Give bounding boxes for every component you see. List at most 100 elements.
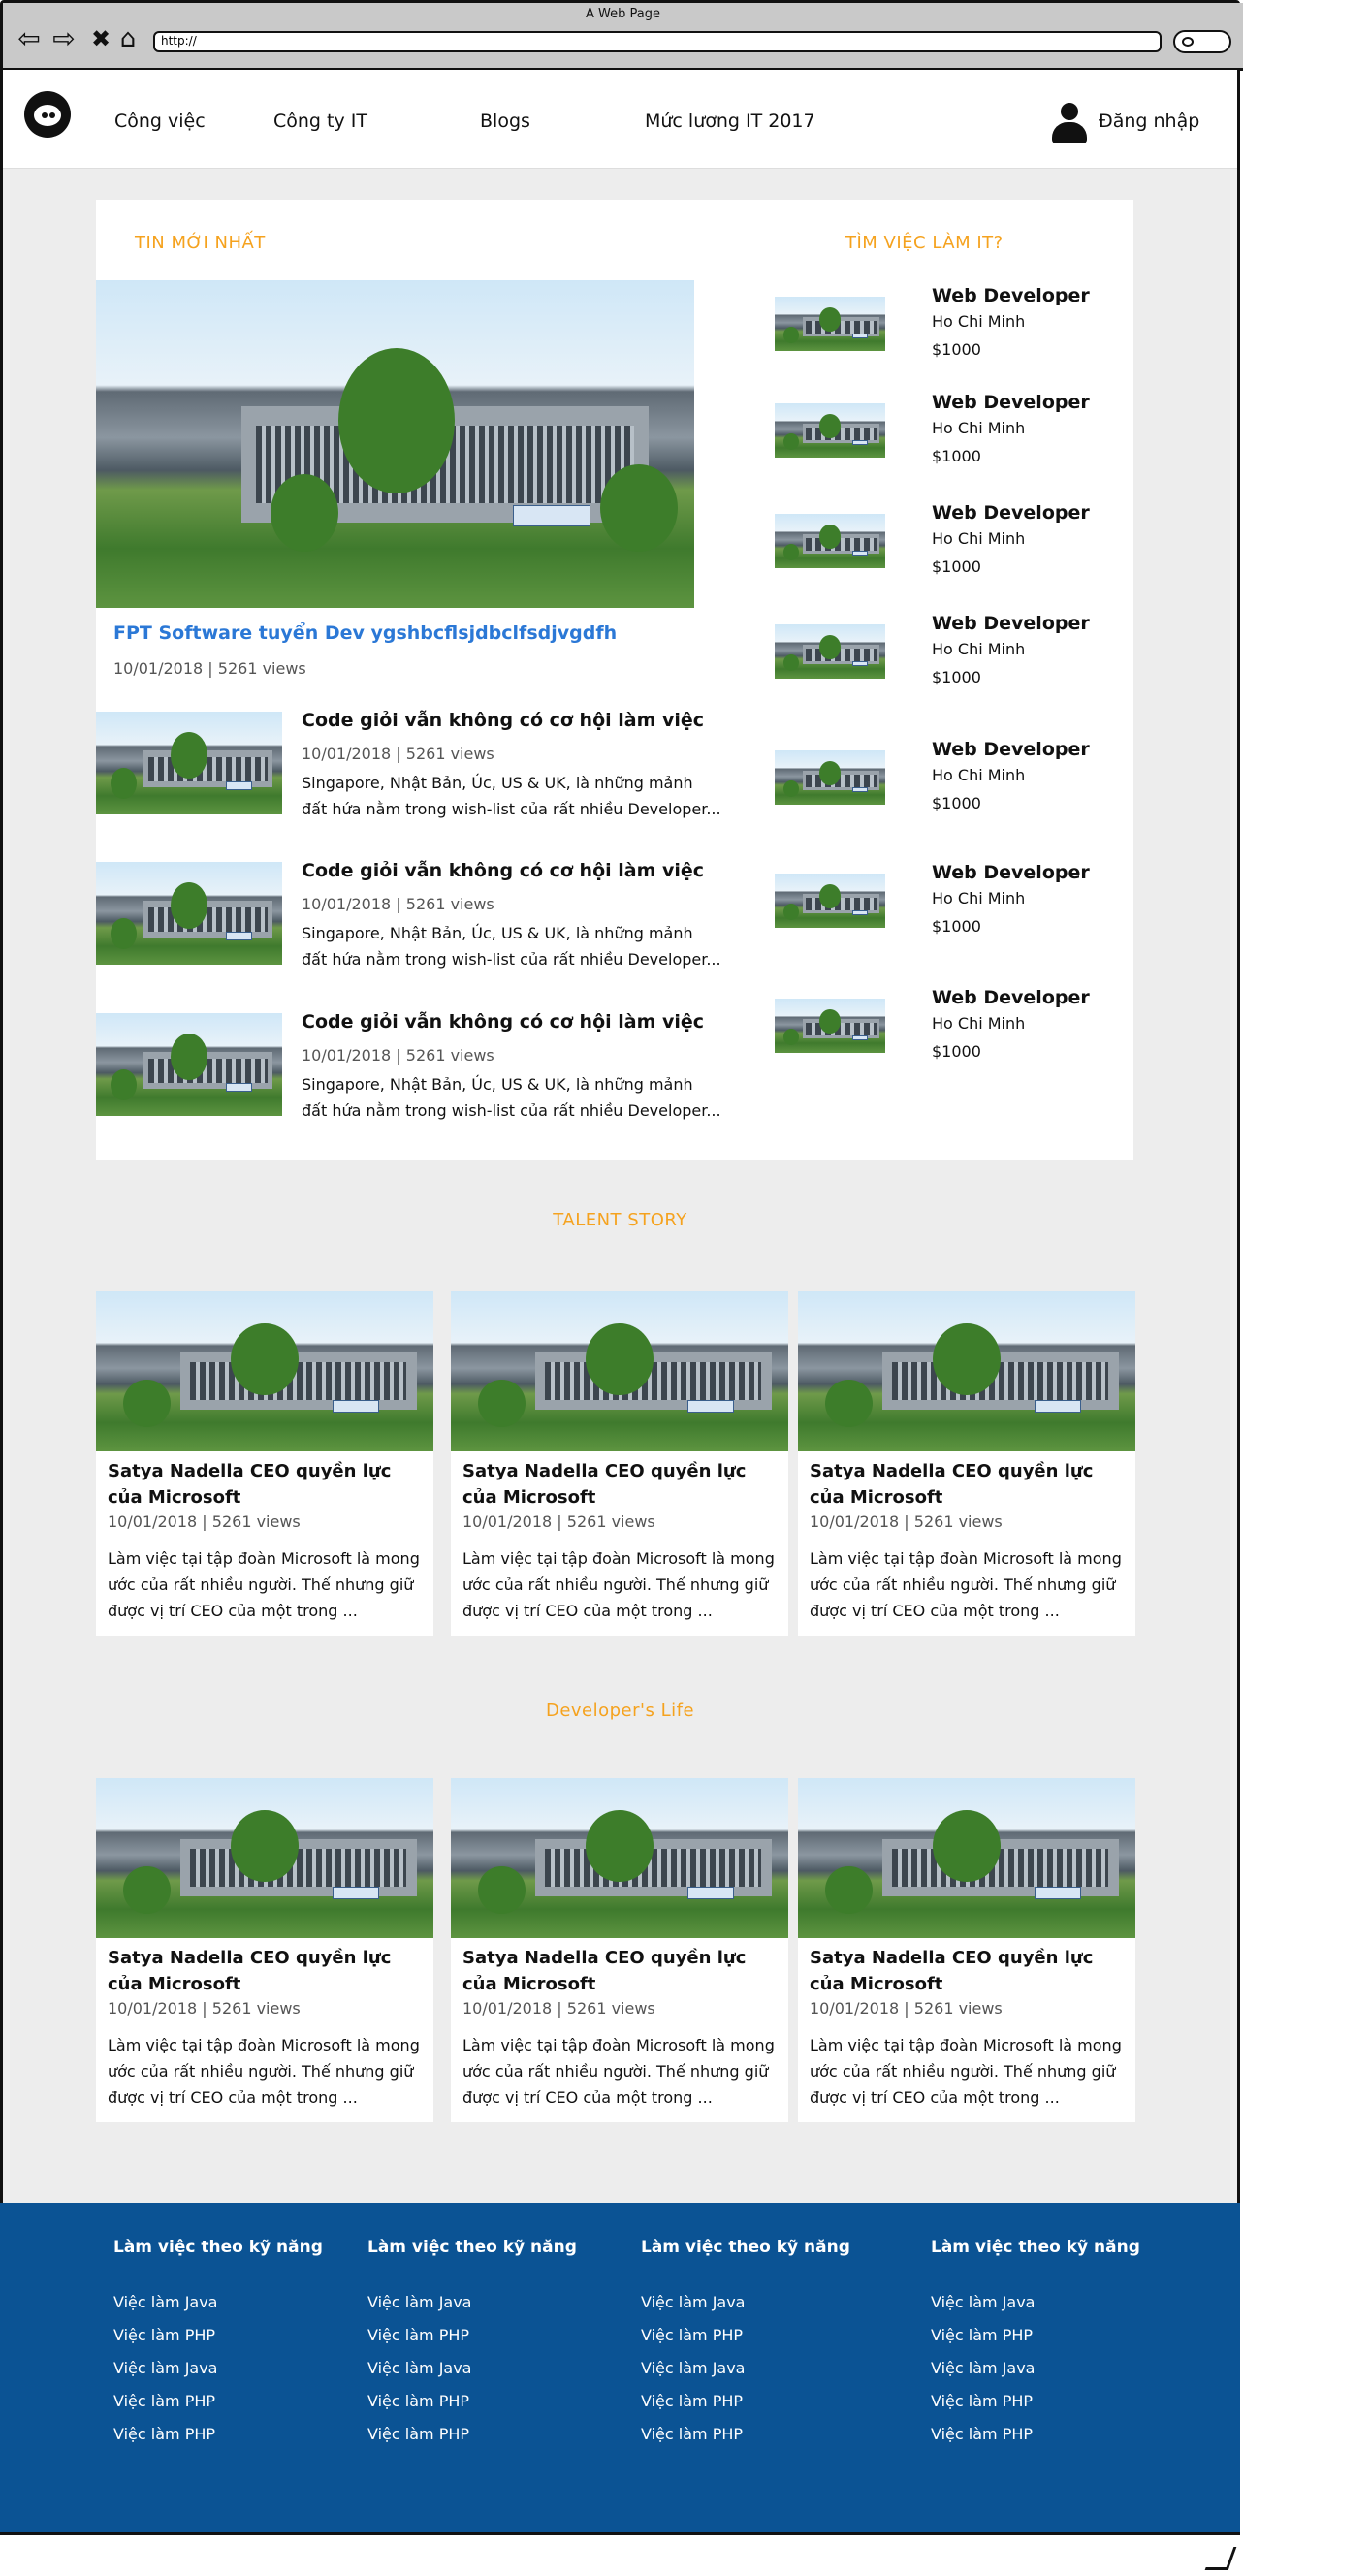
article-thumbnail[interactable]: [96, 712, 282, 814]
photo-bus: [226, 932, 253, 940]
footer-link[interactable]: Việc làm Java: [641, 2352, 850, 2385]
job-thumbnail[interactable]: [775, 750, 885, 805]
photo-tree: [111, 768, 138, 800]
article-title[interactable]: Code giỏi vẫn không có cơ hội làm việc n…: [302, 860, 709, 881]
photo-tree: [824, 1379, 873, 1428]
footer-link[interactable]: Việc làm Java: [641, 2286, 850, 2319]
photo-tree: [338, 348, 455, 493]
story-title[interactable]: Satya Nadella CEO quyền lực của Microsof…: [462, 1458, 782, 1511]
footer-link[interactable]: Việc làm Java: [367, 2286, 577, 2319]
home-icon[interactable]: ⌂: [113, 24, 143, 53]
main-content: TIN MỚI NHẤT TÌM VIỆC LÀM IT? FPT Softwa…: [3, 169, 1237, 2203]
story-image[interactable]: [798, 1778, 1135, 1938]
footer-link[interactable]: Việc làm Java: [113, 2352, 323, 2385]
job-title[interactable]: Web Developer: [932, 987, 1090, 1008]
story-desc: Làm việc tại tập đoàn Microsoft là mong …: [462, 2036, 775, 2107]
browser-search[interactable]: [1173, 30, 1231, 53]
footer-link[interactable]: Việc làm PHP: [113, 2319, 323, 2352]
nav-jobs[interactable]: Công việc: [114, 111, 206, 132]
photo-windows: [805, 648, 877, 662]
featured-title[interactable]: FPT Software tuyển Dev ygshbcflsjdbclfsd…: [113, 622, 617, 644]
story-image[interactable]: [451, 1778, 788, 1938]
job-title[interactable]: Web Developer: [932, 392, 1090, 413]
story-title[interactable]: Satya Nadella CEO quyền lực của Microsof…: [810, 1945, 1130, 1997]
job-thumbnail[interactable]: [775, 297, 885, 351]
footer-link[interactable]: Việc làm PHP: [367, 2385, 577, 2418]
nav-companies[interactable]: Công ty IT: [273, 111, 367, 132]
photo-windows: [147, 756, 268, 782]
photo-tree: [783, 543, 800, 560]
job-thumbnail[interactable]: [775, 403, 885, 458]
close-icon[interactable]: ✖: [86, 24, 115, 53]
job-thumbnail[interactable]: [775, 514, 885, 568]
article-thumbnail[interactable]: [96, 1013, 282, 1116]
photo-tree: [783, 1028, 800, 1045]
photo-tree: [600, 464, 678, 552]
site-footer: Làm việc theo kỹ năng Việc làm Java Việc l…: [0, 2203, 1240, 2532]
footer-link[interactable]: Việc làm PHP: [113, 2418, 323, 2451]
nav-salary[interactable]: Mức lương IT 2017: [645, 111, 815, 132]
footer-link[interactable]: Việc làm Java: [931, 2286, 1140, 2319]
job-thumbnail[interactable]: [775, 624, 885, 679]
footer-link[interactable]: Việc làm Java: [931, 2352, 1140, 2385]
footer-link[interactable]: Việc làm PHP: [641, 2418, 850, 2451]
article-desc-line-2: đất hứa nằm trong wish-list của rất nhiề…: [302, 950, 721, 969]
story-title[interactable]: Satya Nadella CEO quyền lực của Microsof…: [810, 1458, 1130, 1511]
job-title[interactable]: Web Developer: [932, 613, 1090, 634]
story-card[interactable]: Satya Nadella CEO quyền lực của Microsof…: [798, 1291, 1135, 1636]
resize-handle-icon[interactable]: [1204, 2547, 1237, 2570]
story-desc: Làm việc tại tập đoàn Microsoft là mong …: [810, 1549, 1122, 1620]
story-image[interactable]: [798, 1291, 1135, 1451]
job-thumbnail[interactable]: [775, 874, 885, 928]
story-card[interactable]: Satya Nadella CEO quyền lực của Microsof…: [96, 1778, 433, 2122]
job-thumbnail[interactable]: [775, 999, 885, 1053]
footer-link[interactable]: Việc làm PHP: [113, 2385, 323, 2418]
photo-windows: [805, 897, 877, 911]
latest-news-title: TIN MỚI NHẤT: [135, 233, 266, 253]
footer-link[interactable]: Việc làm PHP: [931, 2385, 1140, 2418]
job-location: Ho Chi Minh: [932, 529, 1026, 548]
story-image[interactable]: [96, 1778, 433, 1938]
article-meta: 10/01/2018 | 5261 views: [302, 1046, 494, 1065]
photo-windows: [190, 1361, 407, 1401]
footer-link[interactable]: Việc làm PHP: [641, 2385, 850, 2418]
featured-image[interactable]: [96, 280, 694, 608]
photo-windows: [147, 906, 268, 933]
story-image[interactable]: [96, 1291, 433, 1451]
nav-blogs[interactable]: Blogs: [480, 111, 530, 132]
story-title[interactable]: Satya Nadella CEO quyền lực của Microsof…: [108, 1458, 428, 1511]
footer-link[interactable]: Việc làm PHP: [641, 2319, 850, 2352]
story-card[interactable]: Satya Nadella CEO quyền lực của Microsof…: [451, 1778, 788, 2122]
job-location: Ho Chi Minh: [932, 1014, 1026, 1033]
article-title[interactable]: Code giỏi vẫn không có cơ hội làm việc n…: [302, 710, 709, 731]
footer-link[interactable]: Việc làm PHP: [367, 2418, 577, 2451]
forward-icon[interactable]: ⇨: [49, 24, 79, 53]
job-title[interactable]: Web Developer: [932, 862, 1090, 883]
story-title[interactable]: Satya Nadella CEO quyền lực của Microsof…: [462, 1945, 782, 1997]
footer-link[interactable]: Việc làm PHP: [367, 2319, 577, 2352]
job-title[interactable]: Web Developer: [932, 502, 1090, 524]
footer-link[interactable]: Việc làm PHP: [931, 2418, 1140, 2451]
user-icon[interactable]: [1052, 103, 1087, 145]
photo-tree: [170, 1034, 208, 1080]
story-card[interactable]: Satya Nadella CEO quyền lực của Microsof…: [96, 1291, 433, 1636]
job-title[interactable]: Web Developer: [932, 739, 1090, 760]
footer-link[interactable]: Việc làm Java: [113, 2286, 323, 2319]
footer-link[interactable]: Việc làm Java: [367, 2352, 577, 2385]
site-logo[interactable]: [24, 91, 71, 138]
article-title[interactable]: Code giỏi vẫn không có cơ hội làm việc n…: [302, 1011, 709, 1033]
photo-bus: [851, 1035, 868, 1040]
job-salary: $1000: [932, 668, 981, 686]
address-bar[interactable]: http://: [153, 31, 1162, 52]
job-title[interactable]: Web Developer: [932, 285, 1090, 306]
photo-windows: [545, 1361, 762, 1401]
login-link[interactable]: Đăng nhập: [1099, 111, 1199, 132]
footer-link[interactable]: Việc làm PHP: [931, 2319, 1140, 2352]
story-title[interactable]: Satya Nadella CEO quyền lực của Microsof…: [108, 1945, 428, 1997]
photo-bus: [851, 661, 868, 666]
story-card[interactable]: Satya Nadella CEO quyền lực của Microsof…: [798, 1778, 1135, 2122]
story-card[interactable]: Satya Nadella CEO quyền lực của Microsof…: [451, 1291, 788, 1636]
back-icon[interactable]: ⇦: [15, 24, 44, 53]
story-image[interactable]: [451, 1291, 788, 1451]
article-thumbnail[interactable]: [96, 862, 282, 965]
